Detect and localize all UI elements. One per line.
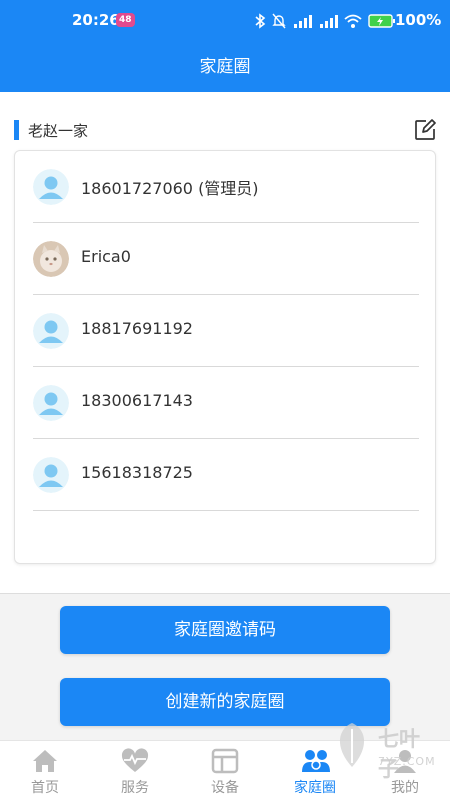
battery-percent: 100% xyxy=(395,11,442,29)
tab-label: 家庭圈 xyxy=(294,780,336,796)
tab-device[interactable]: 设备 xyxy=(180,741,270,800)
member-row[interactable]: 18817691192 xyxy=(33,295,419,367)
family-name: 老赵一家 xyxy=(28,122,89,140)
member-list-card: 18601727060 (管理员) Erica0 18817691192 183… xyxy=(14,150,436,564)
tab-home[interactable]: 首页 xyxy=(0,741,90,800)
app-header: 20:26 48 100% 家庭圈 xyxy=(0,0,450,92)
signal-icon xyxy=(320,15,338,28)
member-name: 18601727060 (管理员) xyxy=(81,179,259,198)
section-divider xyxy=(0,593,450,594)
tab-service[interactable]: 服务 xyxy=(90,741,180,800)
wifi-icon xyxy=(344,14,362,28)
main-content: 老赵一家 18601727060 (管理员) Erica0 1881769119… xyxy=(0,92,450,593)
member-row[interactable]: Erica0 xyxy=(33,223,419,295)
default-avatar-icon xyxy=(33,313,69,349)
member-name: 15618318725 xyxy=(81,463,193,482)
default-avatar-icon xyxy=(33,385,69,421)
watermark: 七叶子 7YZ.COM xyxy=(330,715,440,781)
leaf-logo-icon xyxy=(339,723,365,767)
page-title: 家庭圈 xyxy=(199,57,251,77)
member-name: 18300617143 xyxy=(81,391,193,410)
default-avatar-icon xyxy=(33,169,69,205)
watermark-text: 七叶子 xyxy=(378,727,420,781)
invite-code-button[interactable]: 家庭圈邀请码 xyxy=(60,606,390,654)
status-icons xyxy=(254,12,396,30)
battery-icon xyxy=(368,14,395,28)
member-row[interactable]: 15618318725 xyxy=(33,439,419,511)
status-time: 20:26 xyxy=(72,11,120,29)
tab-label: 服务 xyxy=(121,780,149,796)
heart-pulse-icon xyxy=(121,748,149,772)
bluetooth-icon xyxy=(255,13,266,29)
signal-icon xyxy=(294,15,312,28)
device-icon xyxy=(211,748,239,774)
family-icon xyxy=(302,750,330,772)
member-row[interactable]: 18601727060 (管理员) xyxy=(33,151,419,223)
notification-badge: 48 xyxy=(116,13,135,27)
status-bar: 20:26 48 100% xyxy=(0,0,450,40)
tab-label: 设备 xyxy=(211,780,239,796)
tab-label: 首页 xyxy=(31,780,59,796)
accent-bar xyxy=(14,120,19,140)
mute-icon xyxy=(272,13,286,29)
member-row[interactable]: 18300617143 xyxy=(33,367,419,439)
cat-photo-avatar xyxy=(33,241,69,277)
family-group-header: 老赵一家 xyxy=(0,118,450,142)
member-name: Erica0 xyxy=(81,247,131,266)
member-name: 18817691192 xyxy=(81,319,193,338)
watermark-subtext: 7YZ.COM xyxy=(378,755,436,768)
edit-icon[interactable] xyxy=(413,118,437,142)
home-icon xyxy=(33,750,57,772)
default-avatar-icon xyxy=(33,457,69,493)
